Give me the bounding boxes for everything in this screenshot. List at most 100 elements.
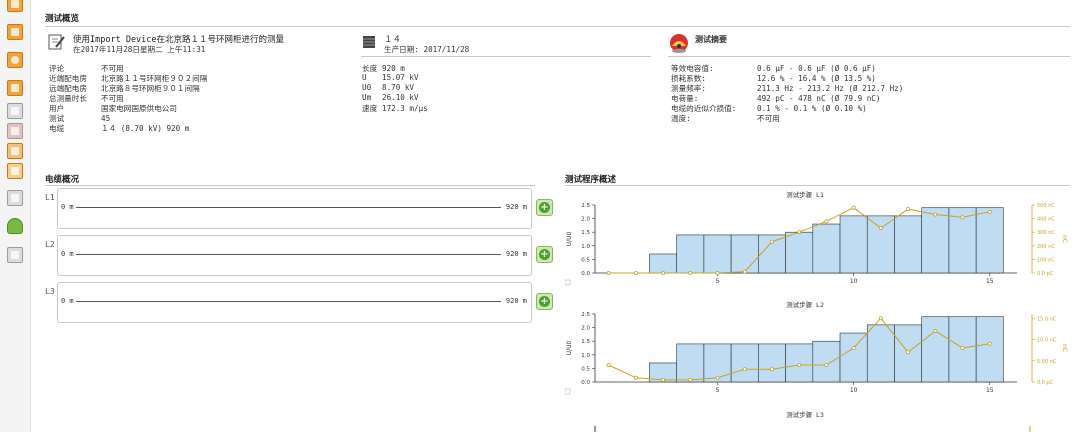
chart-icon[interactable]: [7, 80, 23, 96]
cube-icon[interactable]: [7, 163, 23, 179]
plus-icon: +: [539, 296, 550, 307]
bar: [649, 253, 677, 274]
line-point: [878, 316, 883, 321]
y2-tick-label: 15.0 nC: [1037, 316, 1057, 322]
y-axis-label: U/U0: [566, 341, 573, 356]
chart-l2-svg: 0.0 0.5 1.0 1.5 2.0 2.5 0.0 pC 5.00 nC 10.0 nC 15…: [565, 312, 1068, 395]
line-point: [688, 271, 693, 276]
cable-prop-row-label: U0: [362, 83, 372, 92]
y-tick-label: 2.5: [581, 312, 590, 318]
y2-tick-label: 10.0 nC: [1037, 338, 1057, 344]
line-point: [742, 367, 747, 372]
cable-line-box[interactable]: 0 m 920 m: [57, 235, 532, 276]
database-icon[interactable]: [7, 218, 23, 234]
line-point: [906, 207, 911, 212]
table-icon[interactable]: [7, 103, 23, 119]
cable-end-label: 920 m: [505, 297, 527, 305]
summary-row-value: 492 pC - 478 nC (Ø 79.9 nC): [757, 94, 881, 103]
line-point: [769, 239, 774, 244]
procedure-divider: [565, 185, 1070, 186]
tree-icon[interactable]: [7, 190, 23, 206]
line-point: [715, 375, 720, 380]
line-point: [633, 375, 638, 380]
line-point: [661, 271, 666, 276]
cable-status-divider: [45, 185, 535, 186]
bar: [839, 332, 868, 383]
cable-prop-row-value: 920 m: [382, 64, 405, 73]
search-icon[interactable]: [7, 52, 23, 68]
summary-row-value: 0.1 % - 0.1 % (Ø 0.10 %): [757, 104, 867, 113]
detail-row-value: 45: [101, 114, 111, 123]
y-tick-label: 0.5: [581, 366, 590, 372]
chart-l3-svg: [594, 426, 1031, 432]
overview-heading: 测试概览: [45, 14, 80, 24]
cable-prop-row-value: 8.70 kV: [382, 83, 415, 92]
cable-line-box[interactable]: 0 m 920 m: [57, 282, 532, 323]
detail-row-label: 电缆: [49, 124, 65, 133]
line-point: [960, 346, 965, 351]
expand-icon[interactable]: [565, 388, 571, 395]
summary-row: 温度: 不可用: [671, 113, 780, 124]
line-point: [878, 226, 883, 231]
overview-divider: [45, 26, 1070, 27]
line-point: [688, 377, 693, 382]
y2-axis-label: nC: [1061, 344, 1068, 352]
report-icon[interactable]: [7, 0, 23, 12]
cable-prop-row-label: 速度: [362, 104, 378, 113]
bar: [975, 207, 1004, 274]
line-point: [933, 212, 938, 217]
test-date: 在2017年11月28日星期二 上午11:31: [73, 45, 206, 54]
cabinet-icon[interactable]: [7, 143, 23, 159]
cable-line: [76, 254, 501, 255]
line-point: [906, 350, 911, 355]
y-tick-label: 2.0: [581, 326, 590, 332]
x-tick-label: 5: [716, 387, 720, 394]
cable-prop-row: Um 26.10 kV: [362, 93, 419, 102]
line-point: [851, 205, 856, 210]
monitor-icon[interactable]: [7, 24, 23, 40]
plus-icon: +: [539, 249, 550, 260]
bar: [812, 340, 841, 383]
line-point: [633, 271, 638, 276]
y-tick-label: 1.0: [581, 353, 590, 359]
y-tick-label: 1.5: [581, 339, 590, 345]
cable-prop-row: U 15.07 kV: [362, 73, 419, 82]
bar: [703, 234, 732, 274]
line-point: [606, 363, 611, 368]
add-marker-button[interactable]: +: [536, 293, 553, 310]
bar: [758, 343, 786, 383]
procedure-heading: 测试程序概述: [565, 175, 617, 185]
cable-line-label: L2: [45, 240, 55, 249]
expand-icon[interactable]: [565, 279, 571, 286]
cable-line: [76, 301, 501, 302]
detail-row-value: 不可用: [101, 94, 124, 103]
y-tick-label: 0.5: [581, 257, 590, 263]
cable-line-label: L1: [45, 193, 55, 202]
bar: [812, 223, 841, 274]
chart-l2: 测试步骤 L2 0.0 0.5 1.0 1.5 2.0 2.5 0.0 pC 5.00 nC 1…: [565, 297, 1068, 405]
y-tick-label: 1.5: [581, 230, 590, 236]
add-marker-button[interactable]: +: [536, 199, 553, 216]
cable-line-label: L3: [45, 287, 55, 296]
line-point: [742, 269, 747, 274]
line-point: [661, 377, 666, 382]
cable-line-box[interactable]: 0 m 920 m: [57, 188, 532, 229]
cable-start-label: 0 m: [61, 250, 74, 258]
line-point: [987, 209, 992, 214]
list-icon[interactable]: [7, 247, 23, 263]
bar: [975, 316, 1004, 383]
chart-l1-svg: 0.0 0.5 1.0 1.5 2.0 2.5 0.0 pC 100 nC 200 nC 300 …: [565, 203, 1068, 286]
summary-row-value: 0.6 μF - 0.6 μF (Ø 0.6 μF): [757, 64, 876, 73]
cable-end-label: 920 m: [505, 250, 527, 258]
cable-status-heading: 电缆概况: [45, 175, 80, 185]
bar: [921, 316, 950, 383]
grid-icon[interactable]: [7, 123, 23, 139]
cable-icon: [363, 36, 375, 48]
summary-gauge-icon: [670, 34, 688, 53]
add-marker-button[interactable]: +: [536, 246, 553, 263]
x-tick-label: 5: [716, 278, 720, 285]
summary-heading: 测试摘要: [695, 35, 727, 44]
detail-row-value: 不可用: [101, 64, 124, 73]
bar: [676, 343, 705, 383]
cable-start-label: 0 m: [61, 203, 74, 211]
